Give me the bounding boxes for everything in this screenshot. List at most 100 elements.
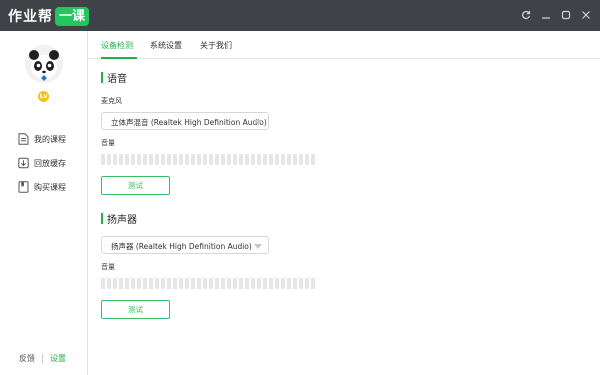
level-badge: Lv [38,91,49,102]
volume-segment [305,154,309,165]
divider [42,354,43,363]
close-icon[interactable] [579,7,593,23]
section-accent-bar [101,213,103,224]
volume-segment [173,278,177,289]
volume-segment [245,154,249,165]
volume-segment [233,154,237,165]
sidebar-item-label: 回放缓存 [34,158,66,168]
volume-segment [113,278,117,289]
volume-segment [275,154,279,165]
volume-segment [143,278,147,289]
volume-segment [281,278,285,289]
volume-segment [215,154,219,165]
volume-segment [149,278,153,289]
volume-segment [101,278,105,289]
chevron-down-icon [254,244,262,249]
volume-segment [293,154,297,165]
volume-segment [185,154,189,165]
volume-segment [125,278,129,289]
volume-segment [197,278,201,289]
volume-segment [305,278,309,289]
bookmark-icon [18,181,29,193]
sidebar-item-label: 购买课程 [34,182,66,192]
sidebar-footer: 反馈 设置 [19,353,66,364]
volume-segment [269,154,273,165]
sidebar-item-replay-cache[interactable]: 回放缓存 [18,156,66,170]
volume-segment [131,278,135,289]
refresh-icon[interactable] [519,7,533,23]
volume-segment [101,154,105,165]
volume-segment [125,154,129,165]
tab-about-us[interactable]: 关于我们 [200,40,232,51]
section-accent-bar [101,72,103,83]
microphone-label: 麦克风 [101,97,122,105]
volume-segment [167,154,171,165]
volume-segment [137,278,141,289]
sidebar-item-buy-courses[interactable]: 购买课程 [18,180,66,194]
volume-segment [227,154,231,165]
volume-segment [203,154,207,165]
title-bar: 作业帮 一课 [0,0,600,31]
volume-segment [113,154,117,165]
microphone-select[interactable]: 立体声混音 (Realtek High Definition Audio) [101,112,269,130]
volume-segment [275,278,279,289]
volume-segment [251,154,255,165]
sidebar-item-label: 我的课程 [34,134,66,144]
tab-system-settings[interactable]: 系统设置 [150,40,182,51]
volume-segment [191,154,195,165]
volume-segment [209,278,213,289]
volume-segment [257,154,261,165]
minimize-icon[interactable] [539,7,553,23]
volume-segment [161,278,165,289]
volume-segment [251,278,255,289]
volume-segment [293,278,297,289]
mic-volume-label: 音量 [101,139,115,147]
sidebar: Lv 我的课程 回放缓存 购买课程 反馈 设置 [0,31,88,375]
volume-segment [311,154,315,165]
document-icon [18,133,29,145]
volume-segment [269,278,273,289]
volume-segment [263,278,267,289]
volume-segment [203,278,207,289]
chevron-down-icon [254,120,262,125]
volume-segment [119,278,123,289]
volume-segment [233,278,237,289]
volume-segment [239,154,243,165]
volume-segment [299,154,303,165]
volume-segment [239,278,243,289]
volume-segment [221,278,225,289]
volume-segment [311,278,315,289]
settings-link[interactable]: 设置 [50,353,66,364]
maximize-icon[interactable] [559,7,573,23]
volume-segment [215,278,219,289]
volume-segment [221,154,225,165]
volume-segment [287,278,291,289]
speaker-section-title: 扬声器 [101,211,137,226]
feedback-link[interactable]: 反馈 [19,353,35,364]
volume-segment [155,154,159,165]
volume-segment [137,154,141,165]
speaker-test-button[interactable]: 测试 [101,300,170,319]
sidebar-item-my-courses[interactable]: 我的课程 [18,132,66,146]
volume-segment [119,154,123,165]
volume-segment [161,154,165,165]
volume-segment [191,278,195,289]
volume-segment [167,278,171,289]
volume-segment [281,154,285,165]
speaker-volume-meter [101,278,317,289]
volume-segment [209,154,213,165]
tab-device-check[interactable]: 设备检测 [101,40,133,51]
volume-segment [143,154,147,165]
volume-segment [149,154,153,165]
speaker-select-value: 扬声器 (Realtek High Definition Audio) [111,242,252,251]
mic-test-button[interactable]: 测试 [101,176,170,195]
volume-segment [155,278,159,289]
mic-volume-meter [101,154,317,165]
volume-segment [107,154,111,165]
volume-segment [173,154,177,165]
speaker-select[interactable]: 扬声器 (Realtek High Definition Audio) [101,236,269,254]
volume-segment [197,154,201,165]
avatar[interactable] [25,45,63,83]
microphone-select-value: 立体声混音 (Realtek High Definition Audio) [111,118,267,127]
volume-segment [131,154,135,165]
